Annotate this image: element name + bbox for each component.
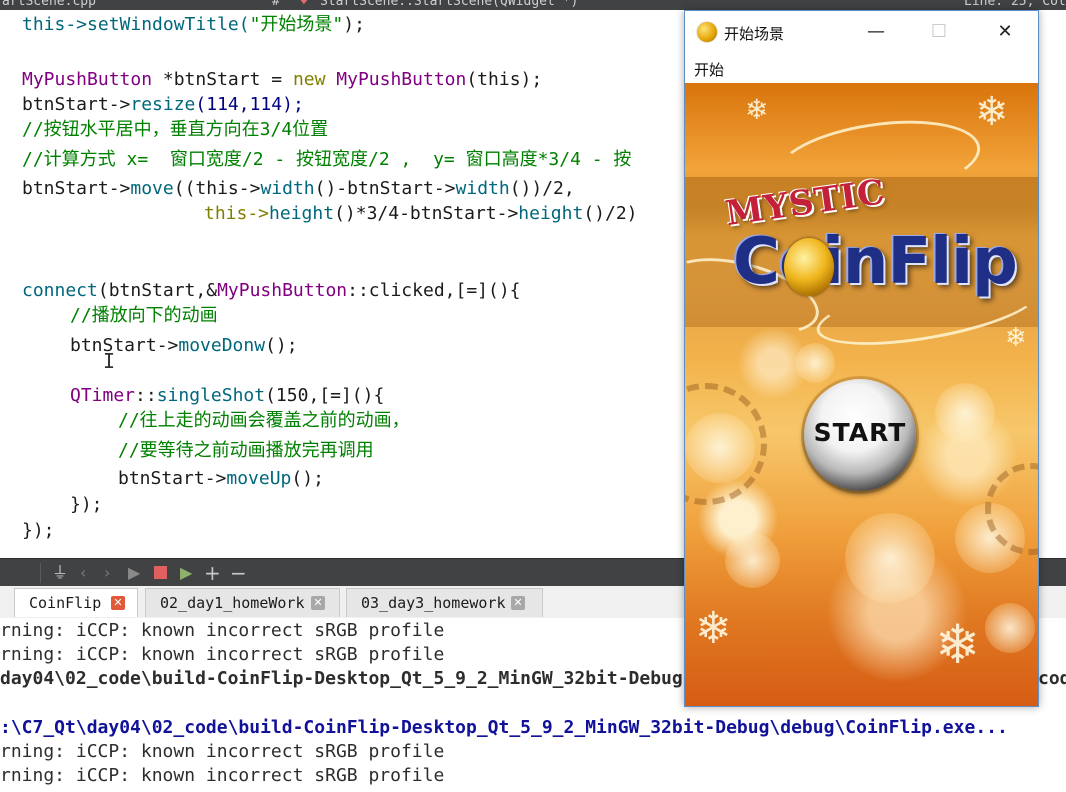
file-name-label[interactable]: artScene.cpp: [2, 0, 96, 9]
editor-header-bar: artScene.cpp # ♥ StartScene::StartScene(…: [0, 0, 1066, 10]
code-line: btnStart->resize(114,114);: [22, 94, 304, 115]
start-scene-window[interactable]: 开始场景 — ☐ ✕ 开始 ❄ ❄ ❄ ❄ ❄ MYSTIC CoinFlip …: [684, 10, 1039, 707]
code-line: btnStart->move((this->width()-btnStart->…: [22, 178, 575, 199]
tab-label: CoinFlip: [29, 594, 102, 612]
tab-label: 03_day3_homework: [361, 594, 506, 612]
game-background: ❄ ❄ ❄ ❄ ❄ MYSTIC CoinFlip START: [685, 83, 1038, 706]
menu-bar: 开始: [685, 55, 1038, 83]
output-line: rning: iCCP: known incorrect sRGB profil…: [0, 741, 445, 762]
output-line: rning: iCCP: known incorrect sRGB profil…: [0, 644, 445, 665]
code-line: this->height()*3/4-btnStart->height()/2): [204, 203, 638, 224]
output-line: rning: iCCP: known incorrect sRGB profil…: [0, 765, 445, 786]
coin-logo-icon: [784, 238, 834, 296]
next-icon[interactable]: ›: [104, 563, 110, 583]
code-comment: //计算方式 x= 窗口宽度/2 - 按钮宽度/2 , y= 窗口高度*3/4 …: [22, 149, 632, 170]
close-icon[interactable]: ✕: [311, 596, 325, 610]
start-button-label: START: [813, 418, 907, 447]
gear-decoration: [685, 383, 767, 505]
minimize-button[interactable]: —: [856, 17, 896, 47]
code-line: QTimer::singleShot(150,[=](){: [70, 385, 385, 406]
text-cursor-icon: I: [103, 349, 116, 373]
code-line: });: [70, 494, 103, 515]
bokeh-light: [935, 383, 995, 443]
maximize-button[interactable]: ☐: [919, 17, 959, 47]
snowflake-icon: ❄: [1005, 323, 1027, 353]
snowflake-icon: ❄: [745, 93, 769, 126]
tab-label: 02_day1_homeWork: [160, 594, 305, 612]
prev-icon[interactable]: ‹: [80, 563, 86, 583]
snowflake-icon: ❄: [935, 613, 981, 676]
bokeh-light: [845, 513, 935, 603]
code-line: });: [22, 520, 55, 541]
tab-02-day1-homework[interactable]: 02_day1_homeWork ✕: [145, 588, 340, 617]
tab-03-day3-homework[interactable]: 03_day3_homework ✕: [346, 588, 543, 617]
minus-icon[interactable]: −: [230, 563, 247, 583]
code-comment: //播放向下的动画: [70, 305, 218, 326]
tab-coinflip[interactable]: CoinFlip ✕: [14, 588, 138, 617]
bokeh-light: [985, 603, 1035, 653]
menu-start[interactable]: 开始: [694, 59, 724, 80]
code-comment: //往上走的动画会覆盖之前的动画，: [118, 410, 410, 431]
toolbar-divider: [40, 563, 41, 583]
window-title: 开始场景: [724, 25, 785, 43]
window-titlebar[interactable]: 开始场景 — ☐ ✕: [685, 11, 1038, 55]
logo-coinflip: CoinFlip: [733, 225, 1018, 299]
snowflake-icon: ❄: [695, 603, 732, 654]
plus-icon[interactable]: +: [204, 563, 221, 583]
code-comment: //按钮水平居中，垂直方向在3/4位置: [22, 119, 329, 140]
close-button[interactable]: ✕: [985, 17, 1025, 47]
run-icon[interactable]: ▶: [128, 563, 140, 583]
code-line: this->setWindowTitle("开始场景");: [22, 14, 365, 35]
start-button[interactable]: START: [804, 379, 916, 491]
cursor-position-label: Line: 25, Col:: [964, 0, 1066, 9]
snowflake-icon: ❄: [975, 89, 1009, 135]
bokeh-light: [795, 343, 835, 383]
close-icon[interactable]: ✕: [111, 596, 125, 610]
code-line: connect(btnStart,&MyPushButton::clicked,…: [22, 280, 521, 301]
output-line: :\C7_Qt\day04\02_code\build-CoinFlip-Des…: [0, 717, 1008, 738]
debug-run-icon[interactable]: ▶: [180, 563, 192, 583]
symbol-label[interactable]: StartScene::StartScene(QWidget *): [320, 0, 578, 9]
output-line-tail: cod: [1038, 668, 1066, 689]
heart-icon: ♥: [300, 0, 308, 9]
output-line: day04\02_code\build-CoinFlip-Desktop_Qt_…: [0, 668, 683, 689]
bokeh-light: [725, 533, 780, 588]
code-comment: //要等待之前动画播放完再调用: [118, 440, 374, 461]
code-line: btnStart->moveUp();: [118, 468, 324, 489]
stop-icon[interactable]: [154, 566, 167, 579]
close-icon[interactable]: ✕: [511, 596, 525, 610]
coin-icon: [697, 22, 717, 42]
output-line: rning: iCCP: known incorrect sRGB profil…: [0, 620, 445, 641]
code-line: MyPushButton *btnStart = new MyPushButto…: [22, 69, 543, 90]
filter-icon[interactable]: ⏚: [52, 563, 68, 583]
hash-label: #: [272, 0, 280, 9]
